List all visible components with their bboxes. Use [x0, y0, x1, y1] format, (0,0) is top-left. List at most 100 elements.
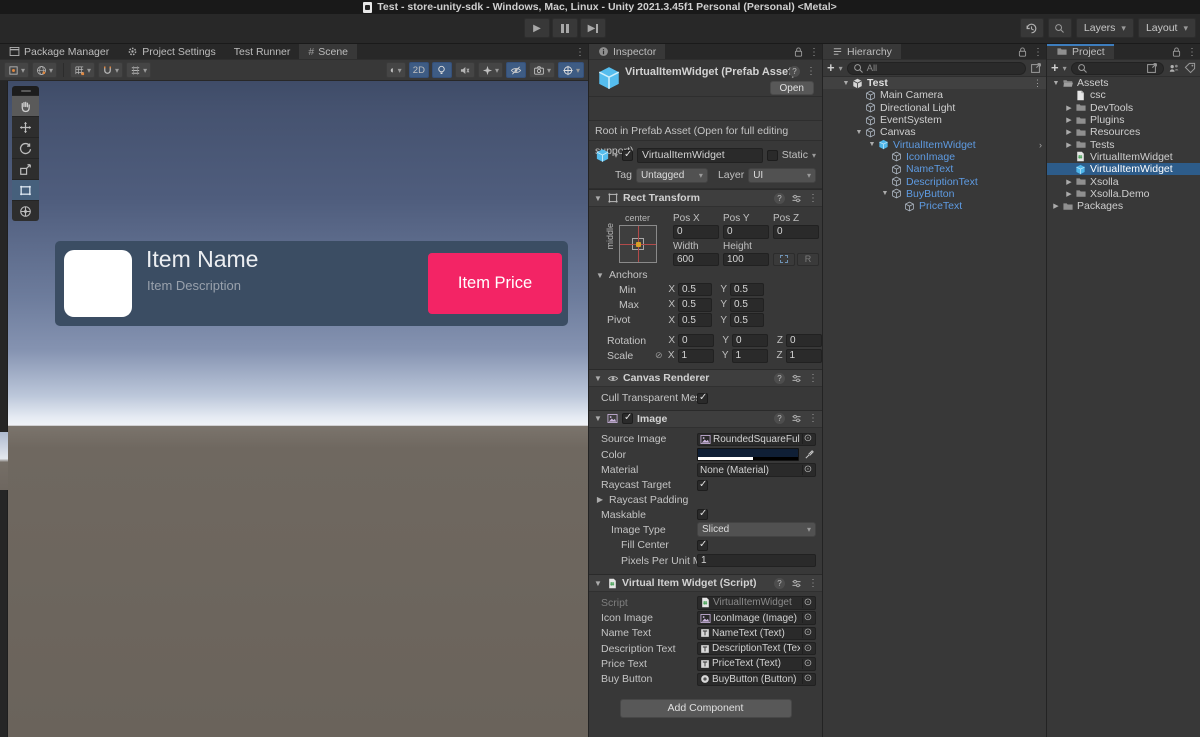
max-y-field[interactable]: 0.5 — [730, 298, 764, 312]
rect-tool-button[interactable] — [12, 179, 39, 200]
virtual-item-widget-script-header[interactable]: ▼ Virtual Item Widget (Script) ?⋮ — [589, 574, 822, 592]
hierarchy-item-iconimage[interactable]: IconImage — [823, 151, 1046, 163]
object-reference-field[interactable]: VirtualItemWidget⊙ — [697, 596, 816, 610]
tag-dropdown[interactable]: Untagged▾ — [636, 168, 708, 183]
toggle-2d-button[interactable]: 2D — [409, 62, 429, 78]
create-asset-button[interactable]: + — [1051, 63, 1059, 73]
help-icon[interactable]: ? — [774, 193, 785, 204]
canvas-renderer-header[interactable]: ▼ Canvas Renderer ?⋮ — [589, 369, 822, 387]
object-picker-icon[interactable]: ⊙ — [802, 628, 813, 638]
min-y-field[interactable]: 0.5 — [730, 283, 764, 297]
pos-z-field[interactable]: 0 — [773, 225, 819, 239]
project-item-devtools[interactable]: ▶DevTools — [1047, 102, 1200, 114]
panel-menu-icon[interactable]: ⋮ — [1033, 47, 1043, 58]
foldout-icon[interactable]: ▶ — [1064, 190, 1074, 198]
rotate-tool-button[interactable] — [12, 137, 39, 158]
chevron-down-icon[interactable]: ▾ — [1063, 64, 1067, 73]
foldout-icon[interactable]: ▶ — [1064, 141, 1074, 149]
object-picker-icon[interactable]: ⊙ — [802, 434, 813, 444]
gameobject-name-field[interactable]: VirtualItemWidget — [637, 148, 763, 163]
image-enabled-checkbox[interactable] — [622, 413, 633, 424]
help-icon[interactable]: ? — [774, 413, 785, 424]
collab-icon[interactable] — [1168, 63, 1180, 74]
project-item-virtualitemwidget[interactable]: VirtualItemWidget — [1047, 163, 1200, 175]
anchor-preset-widget[interactable]: center middle — [599, 215, 671, 265]
create-button[interactable]: + — [827, 63, 835, 73]
width-field[interactable]: 600 — [673, 253, 719, 267]
panel-menu-icon[interactable]: ⋮ — [1187, 47, 1197, 58]
increment-snap-button[interactable]: ▾ — [98, 62, 123, 78]
hierarchy-item-main-camera[interactable]: Main Camera — [823, 89, 1046, 101]
gizmos-button[interactable]: ▾ — [558, 62, 584, 78]
pivot-x-field[interactable]: 0.5 — [678, 313, 712, 327]
draw-mode-button[interactable]: ◐▾ — [386, 62, 406, 78]
scene-audio-button[interactable] — [455, 62, 475, 78]
open-prefab-button[interactable]: Open — [770, 81, 814, 95]
scale-tool-button[interactable] — [12, 158, 39, 179]
layers-dropdown[interactable]: Layers▾ — [1076, 18, 1134, 38]
static-dropdown-icon[interactable]: ▾ — [812, 151, 816, 160]
color-swatch[interactable] — [697, 448, 799, 462]
rotation-x-field[interactable]: 0 — [678, 334, 714, 348]
prefab-open-arrow-icon[interactable]: › — [1039, 140, 1042, 150]
eyedropper-icon[interactable] — [802, 448, 816, 462]
source-image-field[interactable]: RoundedSquareFull@⊙ — [697, 433, 816, 447]
tool-handle-rotation-button[interactable]: ▾ — [32, 62, 57, 78]
hierarchy-search-input[interactable]: All — [847, 62, 1026, 75]
foldout-icon[interactable]: ▶ — [1064, 116, 1074, 124]
foldout-icon[interactable]: ▶ — [1064, 104, 1074, 112]
lock-icon[interactable] — [793, 46, 804, 58]
foldout-icon[interactable]: ▶ — [1064, 178, 1074, 186]
layout-dropdown[interactable]: Layout▾ — [1138, 18, 1196, 38]
transform-tool-button[interactable] — [12, 200, 39, 221]
object-reference-field[interactable]: IconImage (Image)⊙ — [697, 611, 816, 625]
presets-icon[interactable] — [791, 578, 802, 589]
project-search-input[interactable] — [1071, 62, 1164, 75]
project-item-xsolla[interactable]: ▶Xsolla — [1047, 175, 1200, 187]
help-icon[interactable]: ? — [789, 66, 800, 77]
pos-y-field[interactable]: 0 — [723, 225, 769, 239]
foldout-icon[interactable]: ▶ — [1064, 128, 1074, 136]
effects-button[interactable]: ▾ — [478, 62, 503, 78]
object-reference-field[interactable]: PriceText (Text)⊙ — [697, 657, 816, 671]
project-item-resources[interactable]: ▶Resources — [1047, 126, 1200, 138]
scene-viewport[interactable]: Item Name Item Description Item Price — [8, 81, 588, 737]
rotation-y-field[interactable]: 0 — [732, 334, 768, 348]
height-field[interactable]: 100 — [723, 253, 769, 267]
max-x-field[interactable]: 0.5 — [678, 298, 712, 312]
cull-transparent-mesh-checkbox[interactable] — [697, 393, 708, 404]
hierarchy-item-eventsystem[interactable]: EventSystem — [823, 114, 1046, 126]
scene-menu-icon[interactable]: ⋮ — [1033, 78, 1042, 89]
help-icon[interactable]: ? — [774, 578, 785, 589]
layer-dropdown[interactable]: UI▾ — [748, 168, 816, 183]
move-snap-button[interactable]: ▾ — [126, 62, 151, 78]
static-checkbox[interactable] — [767, 150, 778, 161]
chevron-down-icon[interactable]: ▾ — [839, 64, 843, 73]
hierarchy-item-buybutton[interactable]: ▼BuyButton — [823, 188, 1046, 200]
foldout-icon[interactable]: ▼ — [854, 129, 864, 136]
hierarchy-item-pricetext[interactable]: PriceText — [823, 200, 1046, 212]
image-type-dropdown[interactable]: Sliced▾ — [697, 522, 816, 537]
object-picker-icon[interactable]: ⊙ — [802, 674, 813, 684]
tab-project-settings[interactable]: Project Settings — [118, 44, 225, 59]
undo-history-button[interactable] — [1020, 18, 1044, 38]
component-menu-icon[interactable]: ⋮ — [808, 373, 818, 384]
hierarchy-item-directional-light[interactable]: Directional Light — [823, 102, 1046, 114]
search-button[interactable] — [1048, 18, 1072, 38]
image-header[interactable]: ▼ Image ?⋮ — [589, 410, 822, 428]
component-menu-icon[interactable]: ⋮ — [808, 193, 818, 204]
scale-x-field[interactable]: 1 — [678, 349, 714, 363]
object-reference-field[interactable]: NameText (Text)⊙ — [697, 627, 816, 641]
hierarchy-item-virtualitemwidget[interactable]: ▼VirtualItemWidget› — [823, 138, 1046, 150]
scale-y-field[interactable]: 1 — [732, 349, 768, 363]
panel-menu-icon[interactable]: ⋮ — [575, 47, 585, 58]
tab-test-runner[interactable]: Test Runner — [225, 44, 300, 59]
object-reference-field[interactable]: DescriptionText (Text)⊙ — [697, 642, 816, 656]
play-button[interactable]: ▶ — [524, 18, 550, 38]
tab-scene[interactable]: #Scene — [299, 44, 357, 59]
hierarchy-item-canvas[interactable]: ▼Canvas — [823, 126, 1046, 138]
min-x-field[interactable]: 0.5 — [678, 283, 712, 297]
anchors-foldout[interactable]: ▼ Anchors — [589, 268, 822, 282]
overlay-drag-handle[interactable] — [12, 86, 39, 95]
project-item-plugins[interactable]: ▶Plugins — [1047, 114, 1200, 126]
